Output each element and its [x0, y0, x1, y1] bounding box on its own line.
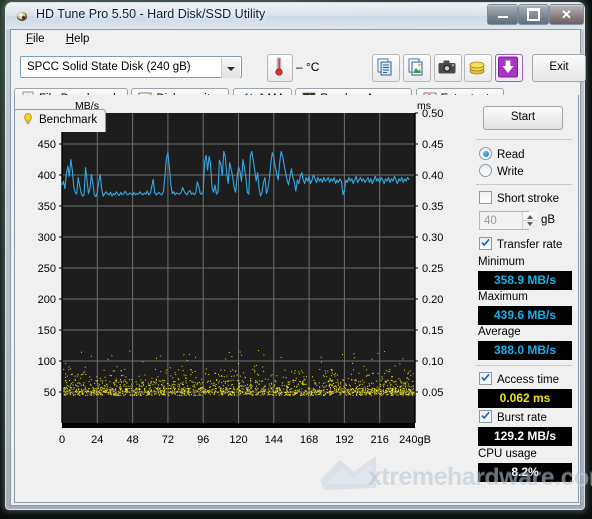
- y-tick-label: 400: [38, 170, 56, 182]
- short-stroke-stepper[interactable]: [522, 212, 537, 229]
- y-tick-label: 300: [38, 232, 56, 244]
- checkbox-access-time[interactable]: Access time: [479, 372, 559, 386]
- radio-write-indicator: [479, 164, 492, 177]
- burst-rate-value: 129.2 MB/s: [478, 427, 572, 446]
- x-tick-label: 0: [59, 434, 65, 446]
- minimize-button[interactable]: [487, 4, 518, 25]
- toolbar: SPCC Solid State Disk (240 gB) – °C Exit: [11, 50, 586, 88]
- svg-text:ms: ms: [417, 100, 431, 112]
- hd-tune-window: HD Tune Pro 5.50 - Hard Disk/SSD Utility…: [5, 2, 586, 510]
- access-time-value: 0.062 ms: [478, 389, 572, 408]
- y-tick-label: 50: [44, 387, 56, 399]
- cpu-usage-label: CPU usage: [478, 448, 537, 460]
- cpu-usage-value: 8.2%: [478, 463, 572, 482]
- desktop-background: HD Tune Pro 5.50 - Hard Disk/SSD Utility…: [0, 0, 592, 519]
- checkbox-short-stroke-box: [479, 191, 492, 204]
- x-tick-label: 120: [229, 434, 247, 446]
- checkbox-transfer-rate-box: [479, 237, 492, 250]
- y2-tick-label: 0.15: [422, 325, 443, 337]
- tab-benchmark[interactable]: Benchmark: [14, 109, 107, 132]
- maximum-label: Maximum: [478, 291, 528, 303]
- checkbox-access-time-label: Access time: [497, 374, 559, 386]
- chart-svg: 50100150200250300350400450500 0.050.100.…: [15, 95, 470, 501]
- x-tick-label: 72: [162, 434, 174, 446]
- x-tick-label: 96: [197, 434, 209, 446]
- short-stroke-value: 40: [484, 215, 497, 227]
- y-tick-label: 450: [38, 139, 56, 151]
- copy-image-icon[interactable]: [403, 54, 431, 82]
- radio-write[interactable]: Write: [479, 164, 524, 178]
- checkbox-transfer-rate-label: Transfer rate: [497, 239, 563, 251]
- temperature-readout: – °C: [296, 60, 320, 74]
- benchmark-controls: Start Read Write Short stroke 40 gB Tran…: [470, 95, 578, 501]
- x-tick-label: 168: [300, 434, 318, 446]
- y-tick-label: 200: [38, 294, 56, 306]
- x-tick-label: 144: [265, 434, 283, 446]
- minimize-icon: [497, 15, 508, 18]
- y2-tick-label: 0.40: [422, 170, 443, 182]
- y-tick-label: 150: [38, 325, 56, 337]
- y2-tick-label: 0.30: [422, 232, 443, 244]
- benchmark-chart: 50100150200250300350400450500 0.050.100.…: [15, 95, 470, 501]
- maximum-value: 439.6 MB/s: [478, 306, 572, 325]
- checkbox-burst-rate[interactable]: Burst rate: [479, 410, 547, 424]
- exit-button[interactable]: Exit: [532, 54, 586, 82]
- download-arrow-icon[interactable]: [495, 54, 523, 82]
- checkbox-short-stroke[interactable]: Short stroke: [479, 191, 559, 205]
- y2-tick-label: 0.45: [422, 139, 443, 151]
- checkbox-access-time-box: [479, 372, 492, 385]
- window-title: HD Tune Pro 5.50 - Hard Disk/SSD Utility: [36, 7, 266, 21]
- checkbox-burst-rate-label: Burst rate: [497, 412, 547, 424]
- benchmark-panel: 50100150200250300350400450500 0.050.100.…: [14, 95, 579, 503]
- minimum-value: 358.9 MB/s: [478, 271, 572, 290]
- y2-tick-label: 0.20: [422, 294, 443, 306]
- y-tick-label: 100: [38, 356, 56, 368]
- y2-tick-label: 0.05: [422, 387, 443, 399]
- client-area: File Help SPCC Solid State Disk (240 gB): [10, 29, 586, 506]
- hdtune-app-icon: [16, 11, 28, 22]
- x-tick-label: 48: [126, 434, 138, 446]
- maximize-icon: [527, 7, 540, 21]
- close-icon: ✕: [561, 7, 572, 22]
- minimum-label: Minimum: [478, 256, 525, 268]
- chevron-down-icon[interactable]: [221, 58, 240, 78]
- menu-item-file[interactable]: File: [17, 30, 54, 47]
- y-tick-label: 350: [38, 201, 56, 213]
- coins-icon[interactable]: [464, 54, 492, 82]
- y2-tick-label: 0.35: [422, 201, 443, 213]
- y-tick-label: 250: [38, 263, 56, 275]
- x-tick-label: 216: [371, 434, 389, 446]
- thermometer-icon[interactable]: [267, 54, 293, 82]
- x-tick-label: 192: [335, 434, 353, 446]
- checkbox-burst-rate-box: [479, 410, 492, 423]
- average-label: Average: [478, 326, 521, 338]
- start-button[interactable]: Start: [483, 106, 563, 130]
- maximize-button[interactable]: [518, 4, 549, 25]
- menu-item-help[interactable]: Help: [57, 30, 99, 47]
- y2-tick-label: 0.10: [422, 356, 443, 368]
- short-stroke-unit: gB: [541, 214, 556, 226]
- tab-label: Benchmark: [39, 114, 98, 126]
- radio-read-label: Read: [497, 149, 525, 161]
- y2-tick-label: 0.25: [422, 263, 443, 275]
- checkbox-short-stroke-label: Short stroke: [497, 193, 559, 205]
- x-tick-label: 24: [91, 434, 103, 446]
- radio-read-indicator: [479, 147, 492, 160]
- drive-select-value: SPCC Solid State Disk (240 gB): [27, 61, 191, 73]
- copy-text-icon[interactable]: [372, 54, 400, 82]
- radio-read[interactable]: Read: [479, 147, 525, 161]
- drive-select[interactable]: SPCC Solid State Disk (240 gB): [20, 56, 242, 78]
- title-bar[interactable]: HD Tune Pro 5.50 - Hard Disk/SSD Utility…: [6, 3, 584, 30]
- average-value: 388.0 MB/s: [478, 341, 572, 360]
- camera-icon[interactable]: [434, 54, 462, 82]
- close-button[interactable]: ✕: [549, 4, 584, 25]
- menu-bar: File Help: [11, 30, 580, 50]
- x-tick-label: 240gB: [399, 434, 431, 446]
- radio-write-label: Write: [497, 166, 524, 178]
- short-stroke-input[interactable]: 40: [479, 211, 537, 230]
- checkbox-transfer-rate[interactable]: Transfer rate: [479, 237, 562, 251]
- lightbulb-icon: [21, 112, 35, 126]
